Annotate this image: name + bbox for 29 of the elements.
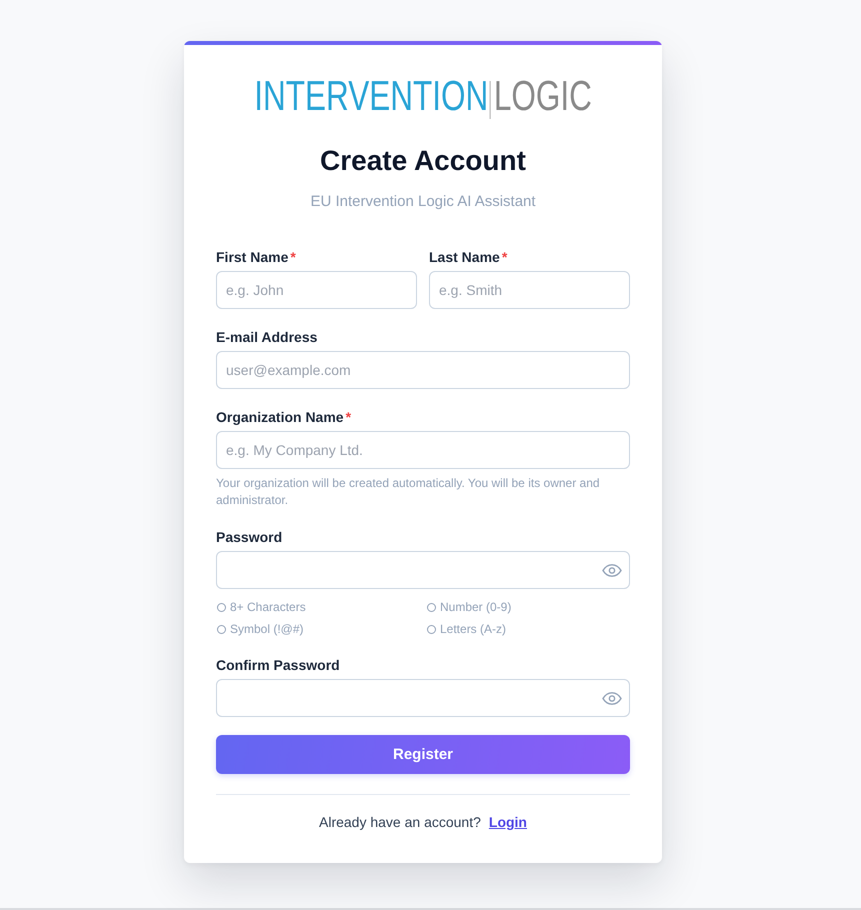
field-label: Confirm Password — [216, 656, 340, 675]
field-label: Password — [216, 528, 282, 547]
login-link[interactable]: Login — [488, 812, 527, 832]
required-mark: * — [502, 248, 508, 267]
input-field[interactable]: e.g. My Company Ltd. — [216, 431, 630, 469]
input-field[interactable]: user@example.com — [216, 351, 630, 389]
requirement-text: 8+ Characters — [230, 599, 306, 615]
field-label: Last Name — [429, 248, 500, 267]
logo-text: INTERVENTION — [254, 72, 488, 120]
login-prompt: Already have an account? — [319, 813, 481, 832]
requirement-text: Letters (A-z) — [440, 621, 506, 637]
password-field[interactable] — [216, 679, 630, 717]
hint-text: Your organization will be created automatically. You will be its owner and administrator. — [216, 475, 601, 509]
register-button[interactable]: Register — [216, 735, 630, 774]
input-field[interactable]: e.g. Smith — [429, 271, 630, 309]
eye-icon[interactable] — [602, 564, 622, 577]
password-field[interactable] — [216, 551, 630, 589]
eye-icon[interactable] — [602, 692, 622, 705]
field-label: Organization Name — [216, 408, 344, 427]
required-mark: * — [290, 248, 296, 267]
required-mark: * — [346, 408, 352, 427]
field-label: E-mail Address — [216, 328, 318, 347]
input-field[interactable]: e.g. John — [216, 271, 417, 309]
subtitle: EU Intervention Logic AI Assistant — [309, 192, 537, 212]
requirement-text: Number (0-9) — [440, 599, 512, 615]
page-title: Create Account — [319, 144, 527, 178]
field-label: First Name — [216, 248, 288, 267]
logo-text: LOGIC — [494, 72, 592, 120]
requirement-text: Symbol (!@#) — [230, 621, 304, 637]
